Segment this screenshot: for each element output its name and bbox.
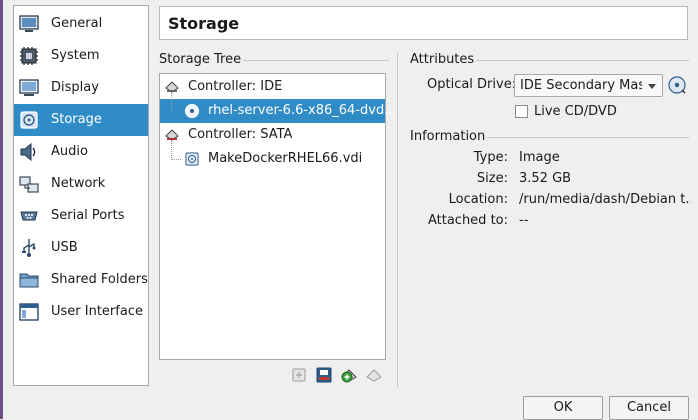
info-location-key: Location: (448, 192, 508, 207)
live-cd-label: Live CD/DVD (534, 104, 617, 119)
info-type-key: Type: (473, 150, 508, 165)
user-interface-icon (19, 303, 39, 321)
choose-disk-icon[interactable] (667, 75, 687, 95)
tree-branch-line (171, 159, 181, 160)
tree-controller-ide[interactable]: Controller: IDE (160, 75, 385, 99)
sidebar-item-label: Audio (51, 144, 88, 159)
sidebar-item-label: Shared Folders (51, 272, 148, 287)
attributes-header: Attributes (410, 52, 475, 67)
sidebar-item-serial-ports[interactable]: Serial Ports (14, 200, 148, 232)
ok-button-label: OK (553, 400, 573, 415)
page-title-box: Storage (159, 6, 688, 40)
sidebar-item-label: Network (51, 176, 106, 191)
audio-icon (20, 142, 36, 162)
sidebar-item-system[interactable]: System (14, 40, 148, 72)
shared-folders-icon (19, 273, 39, 288)
tree-controller-sata[interactable]: Controller: SATA (160, 123, 385, 147)
cancel-button-label: Cancel (626, 400, 672, 415)
optical-disc-icon (185, 104, 199, 118)
live-cd-checkbox[interactable] (515, 105, 528, 118)
sidebar-item-display[interactable]: Display (14, 72, 148, 104)
chevron-down-icon (648, 84, 656, 89)
storage-tree-header: Storage Tree (159, 52, 242, 67)
display-icon (19, 79, 39, 96)
ide-controller-icon (165, 81, 179, 93)
sidebar-item-label: General (51, 16, 103, 31)
remove-controller-icon[interactable] (365, 366, 383, 384)
sidebar-item-label: User Interface (51, 304, 143, 319)
group-divider (476, 60, 689, 61)
sidebar-item-label: Serial Ports (51, 208, 125, 223)
optical-drive-select[interactable]: IDE Secondary Master (514, 74, 663, 97)
sidebar-item-user-interface[interactable]: User Interface (14, 296, 148, 328)
tree-item-label: rhel-server-6.6-x86_64-dvd... (208, 103, 397, 118)
sidebar-item-network[interactable]: Network (14, 168, 148, 200)
add-controller-icon[interactable] (340, 366, 358, 384)
usb-icon (22, 239, 36, 257)
tree-attachment-optical[interactable]: rhel-server-6.6-x86_64-dvd... (160, 99, 397, 123)
optical-drive-value: IDE Secondary Master (520, 78, 642, 93)
panel-divider (397, 53, 398, 387)
sidebar-item-usb[interactable]: USB (14, 232, 148, 264)
info-attached-key: Attached to: (427, 213, 508, 228)
add-attachment-icon[interactable] (290, 366, 308, 384)
sidebar-item-general[interactable]: General (14, 8, 148, 40)
window-edge (0, 0, 3, 419)
sidebar-item-storage[interactable]: Storage (14, 104, 148, 136)
cancel-button[interactable]: Cancel (609, 396, 689, 420)
info-size-value: 3.52 GB (519, 171, 572, 186)
storage-icon (20, 111, 38, 129)
tree-branch-line (171, 140, 172, 160)
tree-item-label: Controller: IDE (188, 79, 283, 94)
info-type-value: Image (519, 150, 560, 165)
info-attached-value: -- (519, 213, 529, 228)
tree-item-label: MakeDockerRHEL66.vdi (208, 151, 363, 166)
tree-branch-line (171, 92, 172, 112)
system-icon (20, 47, 38, 65)
optical-drive-label: Optical Drive: (427, 77, 517, 92)
sidebar-item-label: USB (51, 240, 78, 255)
sidebar-item-label: System (51, 48, 100, 63)
tree-item-label: Controller: SATA (188, 127, 293, 142)
tree-attachment-hard-disk[interactable]: MakeDockerRHEL66.vdi (160, 147, 385, 171)
sidebar-item-audio[interactable]: Audio (14, 136, 148, 168)
general-icon (19, 15, 39, 32)
serial-ports-icon (20, 211, 38, 221)
information-header: Information (410, 129, 486, 144)
hard-disk-icon (185, 152, 199, 166)
settings-sidebar: General System Display Storage Audio Net… (13, 5, 149, 386)
info-size-key: Size: (476, 171, 508, 186)
ok-button[interactable]: OK (523, 396, 603, 420)
sata-controller-icon (165, 129, 179, 141)
group-divider (243, 60, 389, 61)
remove-attachment-icon[interactable] (315, 366, 333, 384)
sidebar-item-label: Storage (51, 112, 102, 127)
sidebar-item-label: Display (51, 80, 99, 95)
page-title: Storage (168, 14, 240, 33)
storage-tree[interactable]: Controller: IDE rhel-server-6.6-x86_64-d… (159, 73, 397, 360)
sidebar-item-shared-folders[interactable]: Shared Folders (14, 264, 148, 296)
network-icon (19, 176, 39, 193)
info-location-value: /run/media/dash/Debian t... (519, 192, 691, 207)
group-divider (486, 137, 689, 138)
